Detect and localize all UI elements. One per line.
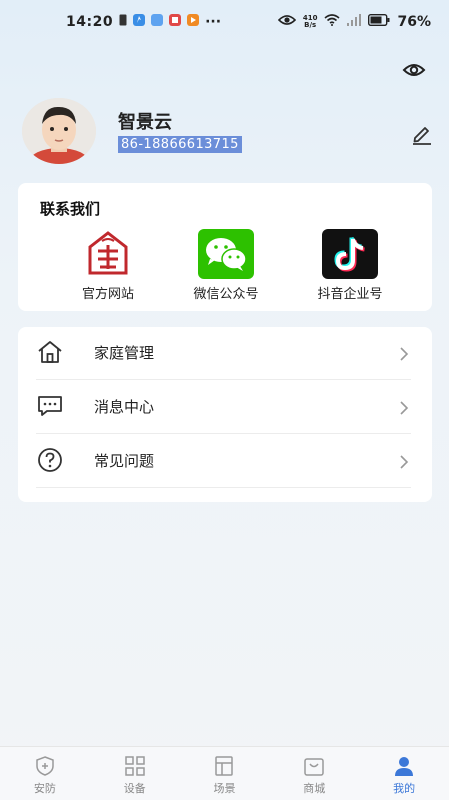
more-notifications-icon: ··· bbox=[205, 14, 222, 30]
message-icon bbox=[38, 396, 62, 416]
divider bbox=[36, 487, 411, 488]
contact-title: 联系我们 bbox=[40, 200, 101, 218]
status-right: 410 B/s 76% bbox=[277, 13, 431, 30]
menu-item-faq[interactable]: 常见问题 bbox=[36, 435, 411, 489]
divider bbox=[36, 433, 411, 434]
tab-label: 安防 bbox=[33, 782, 56, 795]
menu-item-label: 消息中心 bbox=[94, 398, 155, 416]
username: 智景云 bbox=[118, 112, 172, 133]
home-icon bbox=[38, 341, 62, 363]
net-speed-unit: B/s bbox=[304, 21, 317, 29]
shield-icon bbox=[36, 756, 54, 776]
app-notification-icon bbox=[151, 14, 164, 30]
tab-security[interactable]: 安防 bbox=[0, 747, 90, 800]
eye-comfort-icon bbox=[277, 14, 296, 30]
battery-icon bbox=[368, 13, 390, 30]
battery-level: 76% bbox=[397, 14, 431, 30]
tab-scenes[interactable]: 场景 bbox=[180, 747, 270, 800]
contact-card: 联系我们 官方网站 微信公众号 抖音企业号 bbox=[18, 183, 432, 311]
tab-shop[interactable]: 商城 bbox=[269, 747, 359, 800]
tab-mine[interactable]: 我的 bbox=[359, 747, 449, 800]
app-notification-icon bbox=[169, 14, 182, 30]
chevron-right-icon bbox=[400, 347, 409, 361]
tab-label: 场景 bbox=[213, 782, 236, 795]
user-icon bbox=[395, 757, 414, 776]
grid-icon bbox=[124, 756, 145, 776]
contact-item-label: 官方网站 bbox=[81, 287, 134, 302]
profile-header: 智景云 86-18866613715 bbox=[22, 98, 432, 168]
divider bbox=[36, 379, 411, 380]
douyin-icon bbox=[322, 229, 378, 279]
wifi-icon bbox=[324, 14, 341, 30]
wechat-icon bbox=[198, 229, 254, 279]
tab-label: 商城 bbox=[303, 782, 326, 795]
phone-number: 86-18866613715 bbox=[118, 136, 242, 153]
chevron-right-icon bbox=[400, 455, 409, 469]
chevron-right-icon bbox=[400, 401, 409, 415]
scene-icon bbox=[215, 756, 234, 776]
edit-profile-button[interactable] bbox=[410, 122, 434, 146]
menu-item-message-center[interactable]: 消息中心 bbox=[36, 381, 411, 435]
bottom-tab-bar: 安防 设备 场景 商城 我的 bbox=[0, 746, 449, 800]
contact-item-website[interactable]: 官方网站 bbox=[48, 229, 168, 302]
tab-label: 我的 bbox=[393, 782, 416, 795]
net-speed: 410 B/s bbox=[303, 15, 318, 29]
website-logo-icon bbox=[80, 229, 136, 279]
edit-icon bbox=[413, 127, 431, 145]
status-left: 14:20 ··· bbox=[66, 14, 221, 30]
contact-item-label: 抖音企业号 bbox=[317, 287, 383, 302]
menu-item-label: 常见问题 bbox=[94, 452, 155, 470]
eye-icon bbox=[402, 64, 426, 76]
visibility-toggle-button[interactable] bbox=[402, 60, 426, 80]
contact-item-label: 微信公众号 bbox=[193, 287, 259, 302]
status-time: 14:20 bbox=[66, 14, 114, 30]
app-notification-icon bbox=[187, 14, 200, 30]
tab-devices[interactable]: 设备 bbox=[90, 747, 180, 800]
contact-item-douyin[interactable]: 抖音企业号 bbox=[290, 229, 410, 302]
status-bar: 14:20 ··· 410 B/s 76% bbox=[0, 0, 449, 44]
tab-label: 设备 bbox=[123, 782, 146, 795]
sim-icon bbox=[119, 14, 127, 30]
shop-icon bbox=[304, 758, 325, 776]
app-notification-icon bbox=[133, 14, 146, 30]
contact-item-wechat[interactable]: 微信公众号 bbox=[166, 229, 286, 302]
menu-item-label: 家庭管理 bbox=[94, 344, 155, 362]
signal-icon bbox=[347, 14, 362, 30]
menu-item-family-management[interactable]: 家庭管理 bbox=[36, 327, 411, 381]
question-icon bbox=[38, 448, 62, 472]
menu-card: 家庭管理 消息中心 常见问题 bbox=[18, 327, 432, 502]
avatar[interactable] bbox=[22, 98, 96, 164]
